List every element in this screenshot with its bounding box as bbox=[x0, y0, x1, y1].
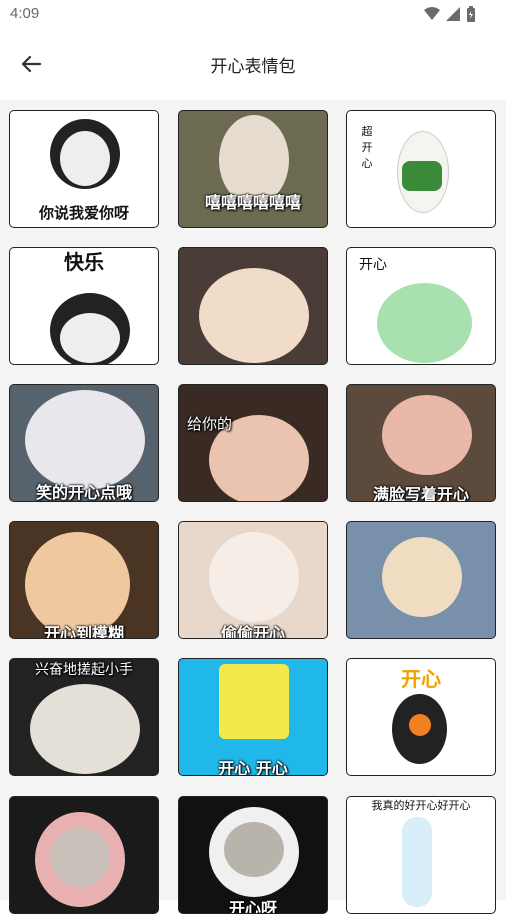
sticker-caption: 兴奋地搓起小手 bbox=[35, 662, 133, 678]
sticker-caption: 你说我爱你呀 bbox=[38, 204, 129, 222]
sticker-face bbox=[50, 827, 110, 887]
sticker-7[interactable]: 笑的开心点哦 bbox=[9, 384, 159, 502]
sticker-9[interactable]: 满脸写着开心 bbox=[346, 384, 496, 502]
sticker-caption: 开心呀 bbox=[228, 899, 277, 914]
sticker-face bbox=[224, 822, 284, 877]
sticker-face bbox=[60, 131, 110, 186]
status-time: 4:09 bbox=[10, 5, 40, 22]
sticker-3[interactable]: 超开心 bbox=[346, 110, 496, 228]
sticker-caption: 开心 开心 bbox=[218, 759, 288, 776]
app-header: 开心表情包 bbox=[0, 30, 506, 100]
sticker-face bbox=[30, 684, 140, 774]
sticker-face bbox=[199, 268, 309, 363]
sticker-5[interactable] bbox=[178, 247, 328, 365]
sticker-8[interactable]: 给你的 bbox=[178, 384, 328, 502]
sticker-grid: 你说我爱你呀 嘻嘻嘻嘻嘻嘻 超开心 快乐 开心 笑的开心点哦 给你的 满脸写着开… bbox=[0, 100, 506, 914]
sticker-1[interactable]: 你说我爱你呀 bbox=[9, 110, 159, 228]
sticker-12[interactable] bbox=[346, 521, 496, 639]
sticker-13[interactable]: 兴奋地搓起小手 bbox=[9, 658, 159, 776]
sticker-caption: 笑的开心点哦 bbox=[35, 483, 132, 502]
sticker-14[interactable]: 开心 开心 bbox=[178, 658, 328, 776]
sticker-face bbox=[382, 537, 462, 617]
sticker-2[interactable]: 嘻嘻嘻嘻嘻嘻 bbox=[178, 110, 328, 228]
sticker-face bbox=[382, 395, 472, 475]
sticker-face bbox=[209, 532, 299, 622]
sticker-caption: 给你的 bbox=[187, 415, 233, 433]
page-title: 开心表情包 bbox=[210, 57, 296, 77]
sticker-face bbox=[60, 313, 120, 363]
sticker-caption: 嘻嘻嘻嘻嘻嘻 bbox=[204, 193, 301, 212]
sticker-11[interactable]: 偷偷开心 bbox=[178, 521, 328, 639]
sticker-16[interactable] bbox=[9, 796, 159, 914]
sticker-caption: 我真的好开心好开心 bbox=[371, 799, 471, 812]
sticker-face bbox=[219, 664, 289, 739]
sticker-face bbox=[402, 817, 432, 907]
sticker-caption: 超开心 bbox=[361, 125, 373, 170]
sticker-caption: 偷偷开心 bbox=[220, 624, 285, 639]
sticker-15[interactable]: 开心 bbox=[346, 658, 496, 776]
sticker-18[interactable]: 我真的好开心好开心 bbox=[346, 796, 496, 914]
sticker-caption: 开心到模糊 bbox=[43, 624, 124, 639]
sticker-caption: 开心 bbox=[401, 667, 441, 691]
signal-icon bbox=[446, 7, 460, 21]
battery-icon bbox=[467, 6, 475, 22]
sticker-face bbox=[409, 714, 431, 736]
sticker-face bbox=[25, 390, 145, 490]
sticker-17[interactable]: 开心呀 bbox=[178, 796, 328, 914]
sticker-caption: 开心 bbox=[359, 257, 387, 273]
sticker-face bbox=[377, 283, 472, 363]
wifi-icon bbox=[424, 7, 440, 20]
status-icons bbox=[424, 6, 476, 22]
sticker-caption: 快乐 bbox=[64, 250, 104, 274]
sticker-6[interactable]: 开心 bbox=[346, 247, 496, 365]
sticker-face bbox=[402, 161, 442, 191]
status-bar: 4:09 bbox=[0, 0, 506, 30]
sticker-10[interactable]: 开心到模糊 bbox=[9, 521, 159, 639]
sticker-4[interactable]: 快乐 bbox=[9, 247, 159, 365]
sticker-caption: 满脸写着开心 bbox=[372, 485, 469, 502]
